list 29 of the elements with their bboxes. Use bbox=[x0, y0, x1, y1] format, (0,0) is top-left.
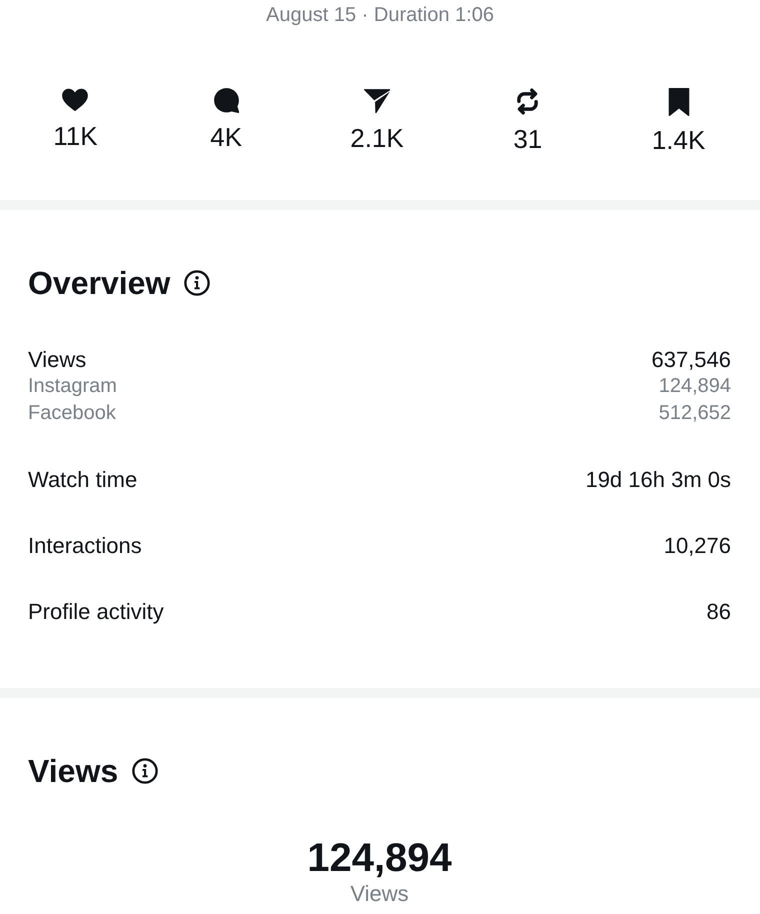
bookmark-icon bbox=[666, 88, 691, 116]
total-views-value: 124,894 bbox=[307, 835, 452, 881]
metric-label: Watch time bbox=[28, 467, 138, 493]
stat-count: 31 bbox=[513, 124, 542, 154]
paper-plane-icon bbox=[364, 88, 390, 114]
metric-value: 10,276 bbox=[664, 533, 731, 559]
metric-value: 19d 16h 3m 0s bbox=[585, 467, 731, 493]
metric-label: Profile activity bbox=[28, 599, 164, 625]
metric-value: 637,546 bbox=[651, 347, 731, 373]
section-title: Overview bbox=[28, 264, 170, 302]
repeat-arrows-icon bbox=[515, 88, 540, 115]
speech-bubble-icon bbox=[214, 88, 239, 113]
stat-count: 2.1K bbox=[350, 123, 404, 153]
section-title: Views bbox=[28, 752, 118, 790]
stat-count: 4K bbox=[210, 122, 242, 152]
total-views-label: Views bbox=[350, 881, 409, 907]
source-label: Instagram bbox=[28, 374, 117, 399]
date-line: August 15 · Duration 1:06 bbox=[266, 3, 494, 27]
metric-label: Views bbox=[28, 347, 86, 373]
heart-icon bbox=[62, 88, 88, 112]
info-icon[interactable] bbox=[184, 270, 210, 296]
source-value: 124,894 bbox=[658, 374, 731, 399]
stat-count: 11K bbox=[53, 121, 98, 151]
metric-value: 86 bbox=[706, 599, 731, 625]
source-label: Facebook bbox=[28, 401, 116, 426]
metric-label: Interactions bbox=[28, 533, 142, 559]
source-value: 512,652 bbox=[658, 401, 731, 426]
stat-count: 1.4K bbox=[652, 125, 706, 155]
info-icon[interactable] bbox=[132, 758, 158, 784]
